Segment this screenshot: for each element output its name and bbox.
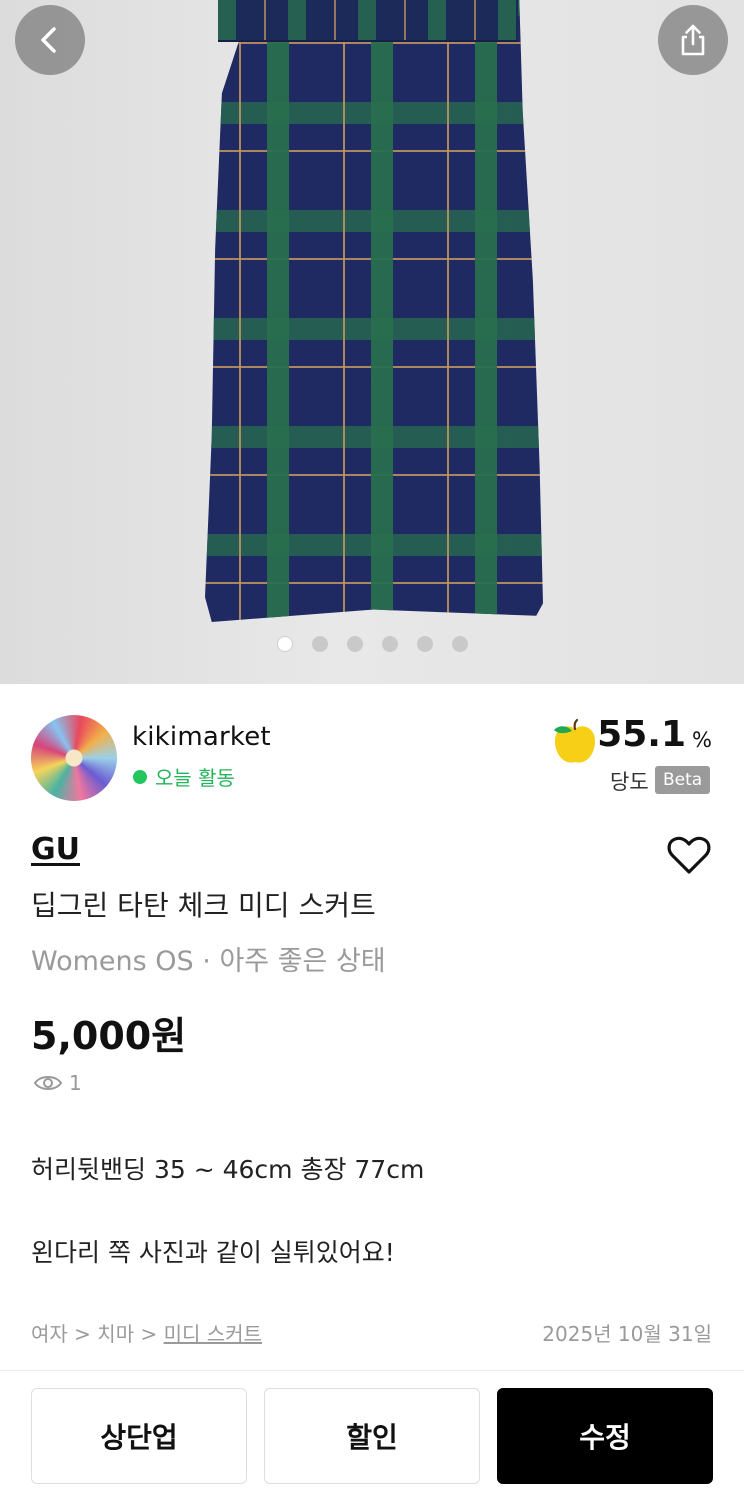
category-level-1[interactable]: 여자 (31, 1322, 68, 1346)
gallery-dot[interactable] (346, 636, 363, 652)
heart-icon[interactable] (664, 830, 714, 880)
breadcrumb-separator: > (74, 1322, 91, 1346)
seller-avatar[interactable] (31, 715, 117, 801)
sweetness-unit: % (692, 728, 712, 752)
activity-status-dot (133, 770, 147, 784)
gallery-dot[interactable] (311, 636, 328, 652)
description-line: 왼다리 쪽 사진과 같이 실튀있어요! (31, 1238, 395, 1267)
category-breadcrumb: 여자 > 치마 > 미디 스커트 (31, 1318, 262, 1347)
product-image-gallery[interactable] (0, 0, 744, 684)
product-price: 5,000원 (31, 1014, 187, 1058)
apple-icon (554, 718, 596, 763)
sweetness-label: 당도 (610, 770, 649, 794)
back-button[interactable] (15, 5, 85, 75)
gallery-pagination (0, 636, 744, 652)
discount-button[interactable]: 할인 (264, 1388, 480, 1484)
view-count: 1 (33, 1071, 82, 1095)
chevron-left-icon (41, 27, 56, 53)
share-icon (681, 24, 705, 56)
edit-button[interactable]: 수정 (497, 1388, 713, 1484)
seller-section: kikimarket 오늘 활동 55.1 % 당도 Beta (0, 684, 744, 814)
category-level-2[interactable]: 치마 (97, 1322, 134, 1346)
share-button[interactable] (658, 5, 728, 75)
brand-link[interactable]: GU (31, 832, 80, 867)
breadcrumb-separator: > (140, 1322, 158, 1346)
gallery-dot[interactable] (451, 636, 468, 652)
gallery-dot[interactable] (381, 636, 398, 652)
eye-icon (33, 1076, 63, 1090)
beta-badge: Beta (655, 766, 711, 794)
bump-button[interactable]: 상단업 (31, 1388, 247, 1484)
gallery-dot[interactable] (416, 636, 433, 652)
seller-name[interactable]: kikimarket (132, 722, 271, 752)
product-photo-waistband (218, 0, 518, 42)
description-line: 허리뒷밴딩 35 ~ 46cm 총장 77cm (31, 1155, 425, 1184)
gallery-dot[interactable] (276, 636, 293, 652)
category-level-3[interactable]: 미디 스커트 (164, 1322, 262, 1346)
posted-date: 2025년 10월 31일 (542, 1322, 712, 1346)
sweetness-value: 55.1 (597, 714, 686, 755)
view-count-value: 1 (69, 1071, 82, 1095)
product-size-condition: Womens OS · 아주 좋은 상태 (31, 946, 386, 977)
product-title: 딥그린 타탄 체크 미디 스커트 (31, 889, 376, 922)
action-bar: 상단업 할인 수정 (0, 1370, 744, 1501)
product-photo-skirt (205, 0, 543, 622)
activity-status-text: 오늘 활동 (155, 766, 235, 790)
